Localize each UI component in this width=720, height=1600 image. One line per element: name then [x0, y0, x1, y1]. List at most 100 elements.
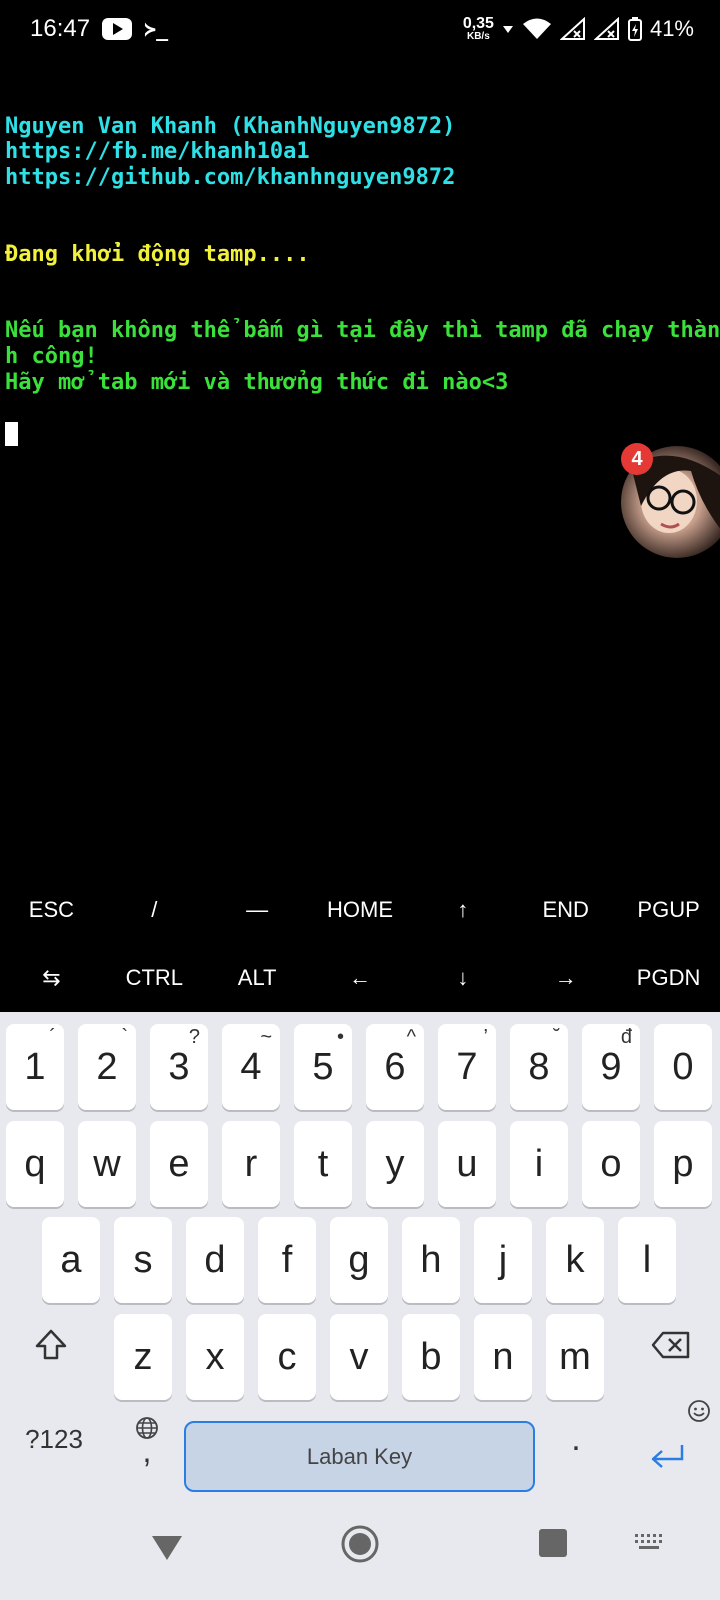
space-bar[interactable]: Laban Key — [184, 1421, 535, 1492]
key-label: l — [642, 1238, 652, 1281]
key-label: s — [133, 1238, 153, 1281]
extra-keys-row-2: ⇆ CTRL ALT ← ↓ → PGDN — [0, 944, 720, 1012]
key[interactable]: x — [186, 1314, 244, 1400]
key-label: 9 — [600, 1045, 622, 1088]
keyboard-switch-button[interactable] — [634, 1530, 664, 1559]
extra-key[interactable]: ESC — [0, 876, 103, 944]
key[interactable]: g — [330, 1217, 388, 1303]
key[interactable]: p — [654, 1121, 712, 1207]
extra-key[interactable]: PGUP — [617, 876, 720, 944]
extra-key[interactable]: END — [514, 876, 617, 944]
terminal-line: Nếu bạn không thể bấm gì tại đây thì tam… — [5, 318, 720, 344]
extra-keys-bar: ESC / — HOME ↑ END PGUP ⇆ CTRL ALT ← ↓ → PGDN — [0, 876, 720, 1012]
extra-key[interactable]: ⇆ — [0, 944, 103, 1012]
extra-key[interactable]: ← — [309, 944, 412, 1012]
terminal-cursor-line — [5, 421, 717, 447]
key[interactable]: z — [114, 1314, 172, 1400]
key-label: 4 — [240, 1045, 262, 1088]
home-nav-button[interactable] — [340, 1524, 380, 1569]
key[interactable]: j — [474, 1217, 532, 1303]
extra-key[interactable]: — — [206, 876, 309, 944]
terminal-output[interactable]: Nguyen Van Khanh (KhanhNguyen9872) https:… — [5, 88, 720, 447]
key-label: i — [534, 1142, 544, 1185]
key[interactable]: c — [258, 1314, 316, 1400]
key[interactable]: s — [114, 1217, 172, 1303]
backspace-icon — [651, 1331, 690, 1359]
key[interactable]: 2 ` — [78, 1024, 136, 1110]
extra-key[interactable]: HOME — [309, 876, 412, 944]
key-label: 8 — [528, 1045, 550, 1088]
shift-icon — [35, 1329, 67, 1360]
key-label: 7 — [456, 1045, 478, 1088]
terminal-line: Nguyen Van Khanh (KhanhNguyen9872) — [5, 113, 456, 139]
key[interactable]: o — [582, 1121, 640, 1207]
key[interactable]: r — [222, 1121, 280, 1207]
key[interactable]: 8 ˘ — [510, 1024, 568, 1110]
home-circle-icon — [341, 1525, 379, 1563]
back-triangle-icon — [152, 1536, 182, 1560]
key[interactable]: h — [402, 1217, 460, 1303]
key-hint: ’ — [483, 1026, 488, 1048]
symbols-key[interactable]: ?123 — [14, 1396, 94, 1482]
key[interactable]: u — [438, 1121, 496, 1207]
extra-key[interactable]: PGDN — [617, 944, 720, 1012]
key[interactable]: 9đ — [582, 1024, 640, 1110]
key[interactable]: t — [294, 1121, 352, 1207]
key-label: r — [244, 1142, 258, 1185]
terminal-line: https://fb.me/khanh10a1 — [5, 139, 310, 165]
period-key[interactable]: . — [556, 1396, 596, 1482]
youtube-icon — [102, 18, 133, 40]
key[interactable]: 4 ~ — [222, 1024, 280, 1110]
shift-key[interactable] — [18, 1302, 84, 1388]
key[interactable]: l — [618, 1217, 676, 1303]
enter-key[interactable] — [638, 1432, 698, 1482]
key[interactable]: m — [546, 1314, 604, 1400]
extra-key[interactable]: / — [103, 876, 206, 944]
extra-key[interactable]: ALT — [206, 944, 309, 1012]
key-label: g — [348, 1238, 370, 1281]
key[interactable]: 1 ´ — [6, 1024, 64, 1110]
extra-key[interactable]: ↑ — [411, 876, 514, 944]
key[interactable]: 7’ — [438, 1024, 496, 1110]
backspace-key[interactable] — [634, 1302, 708, 1388]
key[interactable]: e — [150, 1121, 208, 1207]
key[interactable]: w — [78, 1121, 136, 1207]
key[interactable]: n — [474, 1314, 532, 1400]
key[interactable]: 5 • — [294, 1024, 352, 1110]
key-label: x — [205, 1335, 225, 1378]
key[interactable]: a — [42, 1217, 100, 1303]
key[interactable]: b — [402, 1314, 460, 1400]
key-label: 0 — [672, 1045, 694, 1088]
key[interactable]: i — [510, 1121, 568, 1207]
key-label: c — [277, 1335, 297, 1378]
extra-key[interactable]: CTRL — [103, 944, 206, 1012]
key[interactable]: 3? — [150, 1024, 208, 1110]
back-nav-button[interactable] — [150, 1530, 184, 1569]
emoji-icon[interactable] — [684, 1396, 714, 1426]
key[interactable]: v — [330, 1314, 388, 1400]
terminal-line: Hãy mở tab mới và thưởng thức đi nào<3 — [5, 369, 509, 395]
key[interactable]: q — [6, 1121, 64, 1207]
key-label: h — [420, 1238, 442, 1281]
key-label: b — [420, 1335, 442, 1378]
key[interactable]: d — [186, 1217, 244, 1303]
language-comma-key[interactable]: , — [122, 1396, 172, 1482]
key-label: d — [204, 1238, 226, 1281]
key[interactable]: y — [366, 1121, 424, 1207]
key-label: e — [168, 1142, 190, 1185]
recents-nav-button[interactable] — [538, 1528, 568, 1563]
key-label: 3 — [168, 1045, 190, 1088]
key-label: 6 — [384, 1045, 406, 1088]
extra-key[interactable]: ↓ — [411, 944, 514, 1012]
key[interactable]: f — [258, 1217, 316, 1303]
navigation-bar — [0, 1500, 720, 1600]
key-label: k — [565, 1238, 585, 1281]
key[interactable]: 6 ^ — [366, 1024, 424, 1110]
key-label: 2 — [96, 1045, 118, 1088]
key[interactable]: 0 — [654, 1024, 712, 1110]
battery-icon — [627, 17, 642, 41]
key[interactable]: k — [546, 1217, 604, 1303]
extra-key[interactable]: → — [514, 944, 617, 1012]
comma-label: , — [142, 1433, 152, 1469]
